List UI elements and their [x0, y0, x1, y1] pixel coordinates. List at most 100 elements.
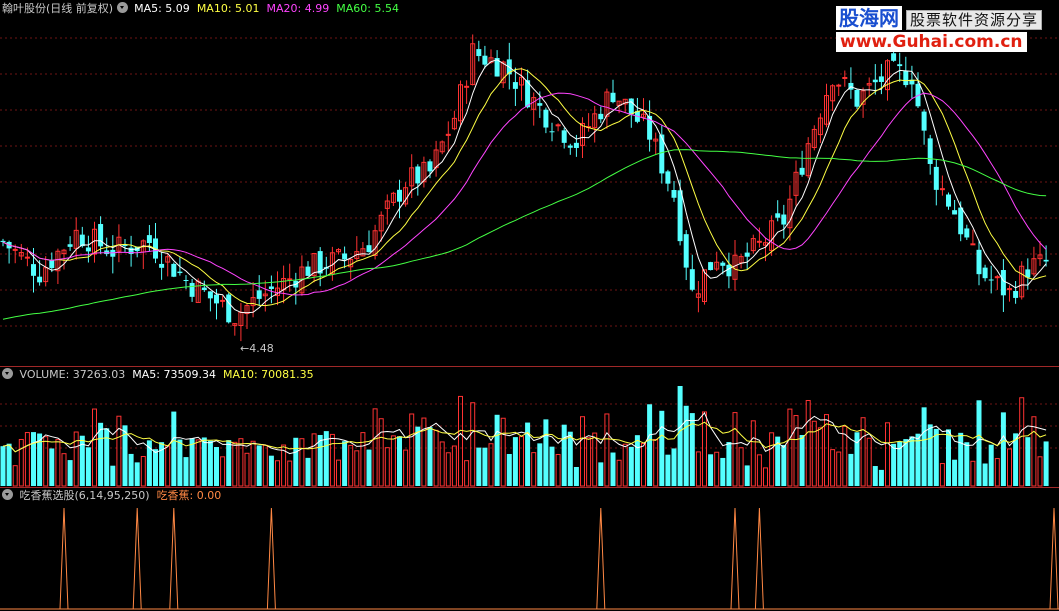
- volume-bar: [1019, 397, 1025, 487]
- volume-bar: [18, 438, 24, 487]
- ma60-label: MA60: 5.54: [336, 2, 399, 15]
- volume-bar: [165, 445, 171, 487]
- candle-body: [24, 256, 30, 259]
- candle-body: [305, 266, 311, 276]
- volume-bar: [799, 435, 805, 486]
- volume-bar: [195, 439, 201, 487]
- volume-bar: [31, 432, 36, 486]
- volume-bar: [781, 444, 787, 486]
- signal-spike: [754, 507, 764, 610]
- volume-bar: [464, 460, 470, 487]
- candle-body: [201, 287, 207, 291]
- volume-bar: [293, 437, 299, 486]
- candle-body: [476, 49, 482, 57]
- volume-bar: [915, 433, 921, 486]
- watermark-url: www.Guhai.com.cn: [836, 32, 1027, 52]
- candle-body: [976, 249, 982, 275]
- candle-body: [415, 166, 421, 184]
- volume-bar: [494, 414, 500, 486]
- candle-body: [1007, 288, 1012, 291]
- volume-bar: [451, 445, 457, 487]
- collapse-icon[interactable]: [116, 2, 128, 13]
- candle-body: [933, 166, 939, 190]
- candle-body: [1043, 259, 1049, 262]
- watermark-slogan: 股票软件资源分享: [906, 10, 1043, 30]
- candle-body: [0, 240, 6, 243]
- candle-body: [744, 252, 750, 257]
- volume-bar: [726, 442, 732, 486]
- volume-bar: [695, 451, 701, 487]
- stock-chart[interactable]: [0, 0, 1059, 611]
- volume-bar: [226, 440, 232, 486]
- volume-bar: [458, 395, 463, 487]
- candle-body: [397, 189, 402, 202]
- stock-title[interactable]: 翰叶股份(日线 前复权): [2, 2, 113, 15]
- volume-bar: [55, 439, 61, 487]
- volume-bar: [1007, 448, 1012, 487]
- volume-bar: [622, 443, 628, 487]
- candle-body: [775, 213, 781, 218]
- candle-body: [31, 264, 36, 276]
- watermark-logo: 股海网 股票软件资源分享 www.Guhai.com.cn: [836, 6, 1056, 54]
- volume-bar: [805, 399, 811, 487]
- volume-bar: [262, 444, 268, 487]
- volume-bar: [415, 426, 421, 486]
- volume-bar: [653, 438, 659, 487]
- volume-bar: [720, 457, 726, 486]
- volume-bar: [488, 443, 494, 487]
- candle-body: [49, 260, 55, 269]
- volume-bar: [299, 438, 305, 487]
- volume-bar: [555, 453, 561, 487]
- candle-body: [226, 294, 232, 323]
- candle-body: [159, 263, 165, 268]
- volume-bar: [964, 442, 970, 486]
- candle-body: [854, 89, 860, 107]
- candle-body: [952, 210, 958, 215]
- candle-body: [677, 190, 683, 242]
- volume-bar: [659, 410, 665, 486]
- volume-bar: [85, 447, 91, 486]
- volume-bar: [287, 460, 293, 487]
- volume-bar: [641, 443, 646, 487]
- signal-spike: [59, 507, 69, 610]
- volume-bar: [67, 460, 73, 486]
- volume-bar: [512, 437, 518, 486]
- volume-bar: [1037, 456, 1043, 487]
- volume-bar: [580, 416, 585, 487]
- collapse-icon[interactable]: [2, 368, 13, 379]
- candle-body: [342, 253, 348, 260]
- indicator-title[interactable]: 吃香蕉选股(6,14,95,250): [20, 489, 150, 502]
- indicator-legend: 吃香蕉选股(6,14,95,250) 吃香蕉: 0.00: [2, 489, 221, 503]
- volume-bar: [49, 448, 55, 486]
- volume-bar: [329, 433, 335, 487]
- volume-bar: [543, 419, 549, 486]
- collapse-icon[interactable]: [2, 489, 13, 500]
- candle-body: [177, 271, 183, 274]
- ma5-line: [2, 59, 1047, 314]
- volume-bar: [372, 408, 378, 487]
- volume-bar: [531, 452, 537, 487]
- volume-bar: [952, 459, 958, 486]
- volume-bar: [366, 449, 372, 486]
- volume-bar: [275, 460, 280, 487]
- volume-bar: [397, 436, 402, 486]
- volume-bar: [634, 435, 640, 486]
- volume-bar: [647, 404, 653, 486]
- volume-bar: [878, 469, 884, 486]
- volume-bar: [177, 439, 183, 486]
- candle-body: [628, 98, 634, 115]
- volume-bar: [342, 441, 348, 486]
- volume-bar: [153, 449, 158, 486]
- candle-body: [799, 167, 805, 175]
- volume-bar: [683, 405, 689, 486]
- candle-body: [220, 299, 226, 302]
- volume-bar: [189, 438, 195, 486]
- candle-body: [683, 234, 689, 268]
- vol-ma10-label: MA10: 70081.35: [222, 368, 314, 381]
- low-marker: ←4.48: [240, 342, 274, 355]
- volume-bar: [128, 453, 134, 486]
- volume-bar: [866, 437, 872, 487]
- volume-bar: [470, 402, 476, 487]
- candle-body: [561, 130, 567, 143]
- volume-bar: [403, 449, 409, 487]
